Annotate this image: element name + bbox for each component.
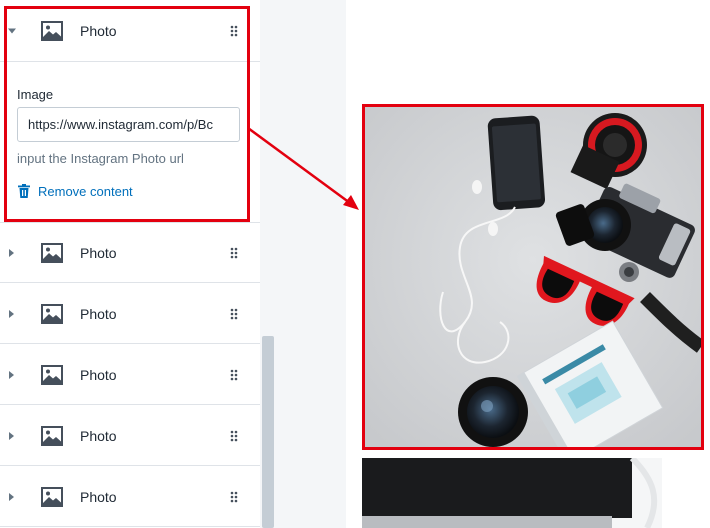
block-photo-4[interactable]: Photo	[0, 345, 260, 405]
chevron-right-icon[interactable]	[9, 492, 14, 501]
laptop-photo-image	[362, 458, 704, 528]
highlight-box-preview	[362, 104, 704, 450]
sidebar-scrollbar-thumb[interactable]	[262, 336, 274, 528]
block-label: Photo	[80, 305, 117, 322]
block-photo-5[interactable]: Photo	[0, 406, 260, 466]
image-icon	[41, 425, 63, 446]
drag-handle-icon[interactable]	[230, 369, 238, 381]
image-icon	[41, 303, 63, 324]
image-icon	[41, 364, 63, 385]
image-icon	[41, 486, 63, 507]
drag-handle-icon[interactable]	[230, 247, 238, 259]
block-photo-3[interactable]: Photo	[0, 284, 260, 344]
drag-handle-icon[interactable]	[230, 491, 238, 503]
next-photo-preview[interactable]	[362, 458, 704, 528]
block-photo-2[interactable]: Photo	[0, 223, 260, 283]
block-photo-6[interactable]: Photo	[0, 467, 260, 527]
block-label: Photo	[80, 244, 117, 261]
drag-handle-icon[interactable]	[230, 430, 238, 442]
chevron-right-icon[interactable]	[9, 248, 14, 257]
chevron-right-icon[interactable]	[9, 309, 14, 318]
block-label: Photo	[80, 366, 117, 383]
chevron-right-icon[interactable]	[9, 431, 14, 440]
image-icon	[41, 242, 63, 263]
block-label: Photo	[80, 427, 117, 444]
block-label: Photo	[80, 488, 117, 505]
highlight-box-editor	[4, 6, 250, 222]
drag-handle-icon[interactable]	[230, 308, 238, 320]
preview-gutter	[276, 0, 346, 528]
chevron-right-icon[interactable]	[9, 370, 14, 379]
